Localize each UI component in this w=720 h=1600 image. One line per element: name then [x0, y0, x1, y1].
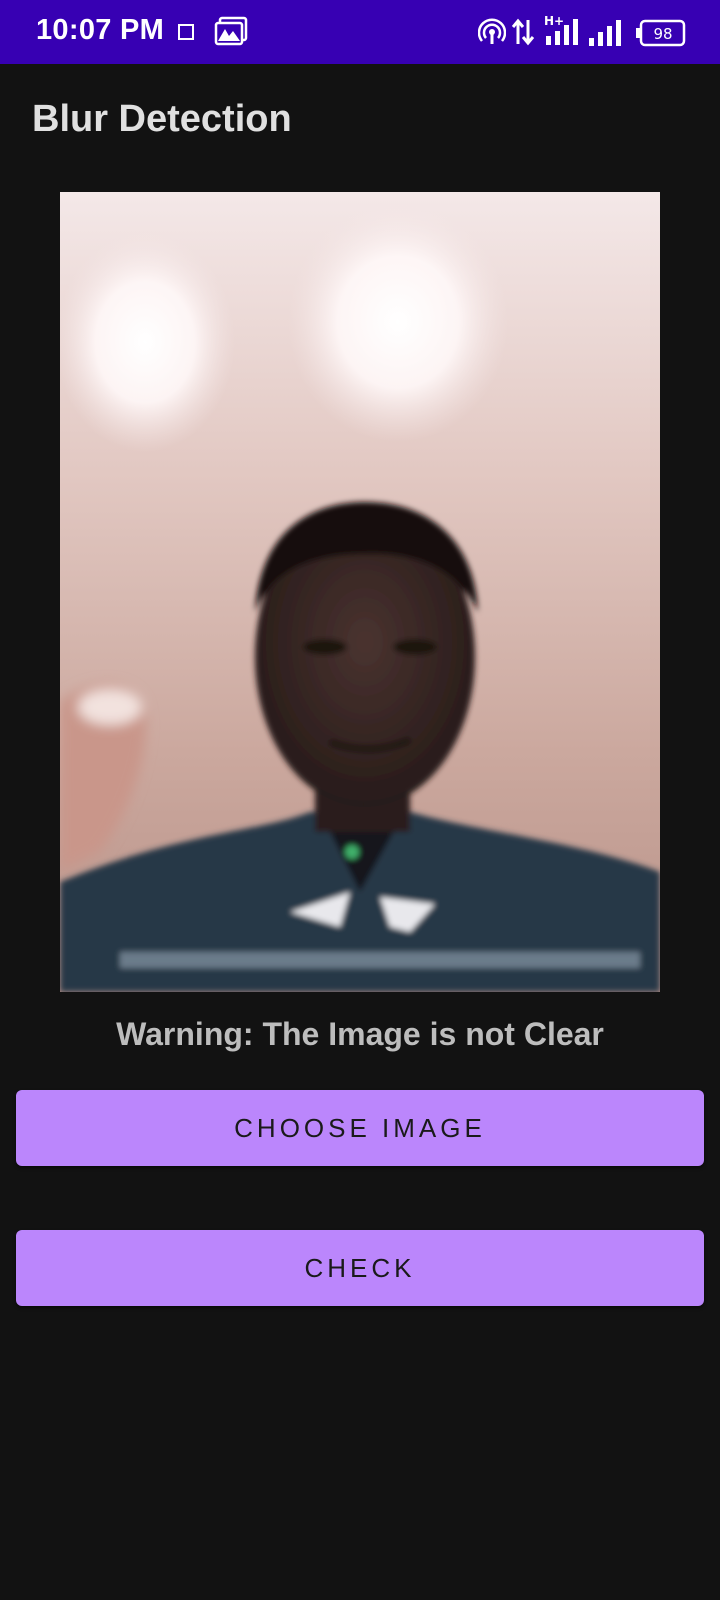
notification-square-icon	[178, 24, 194, 40]
svg-text:H+: H+	[544, 14, 564, 28]
signal-icon	[589, 20, 621, 46]
hotspot-icon	[478, 18, 506, 44]
status-time: 10:07 PM	[36, 14, 165, 46]
choose-image-button[interactable]: CHOOSE IMAGE	[16, 1090, 704, 1166]
data-transfer-icon	[511, 18, 535, 46]
battery-icon: 98	[636, 19, 686, 47]
selected-image	[60, 192, 660, 992]
check-button[interactable]: CHECK	[16, 1230, 704, 1306]
signal-hplus-icon: H+	[544, 14, 578, 45]
status-bar: 10:07 PM H+ 98	[0, 0, 720, 64]
gallery-icon	[214, 16, 248, 46]
battery-level: 98	[653, 25, 672, 43]
result-text: Warning: The Image is not Clear	[116, 1016, 604, 1052]
app-title: Blur Detection	[32, 98, 292, 140]
